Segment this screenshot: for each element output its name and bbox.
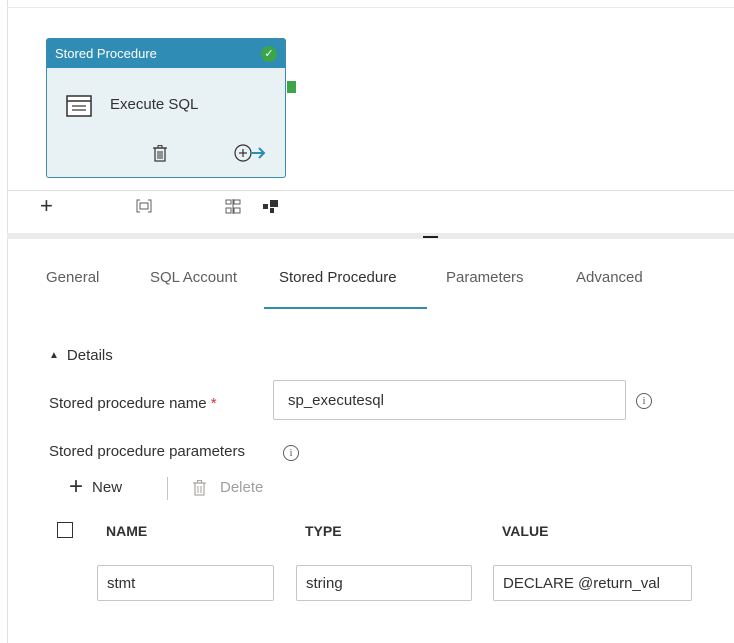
activity-name: Execute SQL xyxy=(110,96,199,113)
panel-splitter[interactable] xyxy=(7,233,734,239)
minimap-icon[interactable] xyxy=(263,199,279,214)
param-name-input[interactable] xyxy=(97,565,274,601)
details-section-toggle[interactable]: ▲ Details xyxy=(49,347,113,364)
add-icon: + xyxy=(69,473,84,500)
tab-sql-account[interactable]: SQL Account xyxy=(150,269,237,286)
sp-name-input[interactable] xyxy=(273,380,626,420)
auto-align-icon[interactable] xyxy=(225,199,241,214)
trash-icon xyxy=(193,479,206,496)
add-output-connection-icon[interactable] xyxy=(233,143,267,163)
sp-name-info-icon[interactable]: i xyxy=(636,393,652,409)
active-tab-indicator xyxy=(264,307,427,309)
new-parameter-button[interactable]: + New xyxy=(69,473,123,500)
delete-parameter-button[interactable]: Delete xyxy=(193,479,263,496)
delete-activity-icon[interactable] xyxy=(153,145,167,162)
select-all-checkbox[interactable] xyxy=(57,522,73,538)
tab-parameters[interactable]: Parameters xyxy=(446,269,524,286)
toolbar-separator xyxy=(167,477,168,500)
splitter-handle[interactable] xyxy=(423,236,438,238)
tab-general[interactable]: General xyxy=(46,269,99,286)
canvas-top-border xyxy=(7,7,734,8)
caret-down-icon: ▲ xyxy=(49,350,59,361)
activity-body: Execute SQL xyxy=(47,68,285,178)
stored-procedure-icon xyxy=(66,95,92,117)
sp-params-label: Stored procedure parameters xyxy=(49,443,245,460)
column-header-name[interactable]: NAME xyxy=(106,523,147,539)
activity-type-label: Stored Procedure xyxy=(55,46,157,61)
required-marker: * xyxy=(210,395,217,412)
toolbar-divider xyxy=(7,190,734,191)
success-check-icon: ✓ xyxy=(261,46,277,62)
param-type-input[interactable] xyxy=(296,565,472,601)
success-output-port[interactable] xyxy=(287,81,296,93)
sp-params-info-icon[interactable]: i xyxy=(283,445,299,461)
column-header-type[interactable]: TYPE xyxy=(305,523,342,539)
activity-header: Stored Procedure ✓ xyxy=(47,39,285,68)
delete-label: Delete xyxy=(220,479,264,496)
details-label: Details xyxy=(66,347,113,364)
activity-card[interactable]: Stored Procedure ✓ Execute SQL xyxy=(46,38,286,178)
sp-name-label: Stored procedure name * xyxy=(49,395,217,412)
column-header-value[interactable]: VALUE xyxy=(502,523,548,539)
new-label: New xyxy=(92,478,123,496)
tab-advanced[interactable]: Advanced xyxy=(576,269,643,286)
param-value-input[interactable] xyxy=(493,565,692,601)
add-icon[interactable]: + xyxy=(40,195,53,217)
canvas-left-border xyxy=(7,0,8,643)
fit-to-screen-icon[interactable] xyxy=(136,199,152,213)
tab-stored-procedure[interactable]: Stored Procedure xyxy=(279,269,397,286)
